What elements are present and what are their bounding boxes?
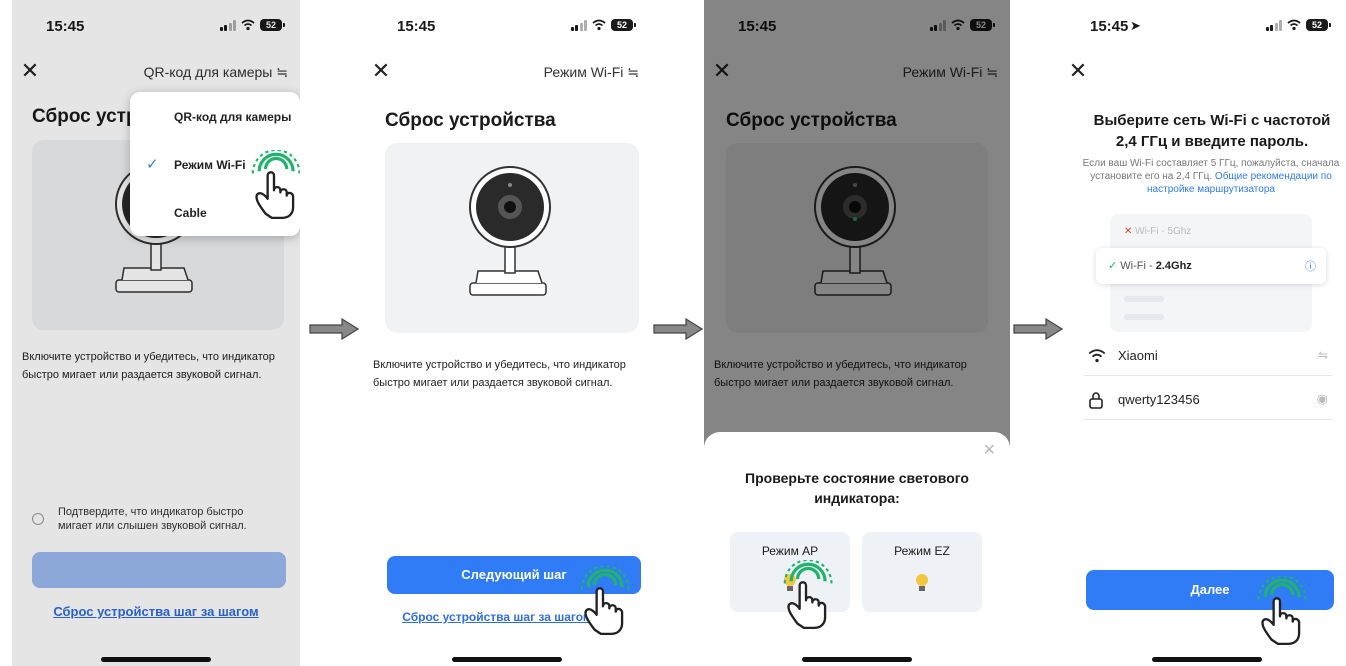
screen-wifi-select: 15:45 ➤ 52 ✕ Выберите сеть Wi-Fi с часто… bbox=[1068, 0, 1346, 666]
info-icon: ⓘ bbox=[1305, 261, 1316, 273]
close-icon[interactable]: ✕ bbox=[1068, 58, 1088, 84]
close-icon[interactable]: ✕ bbox=[371, 58, 391, 84]
screen-mode-selection: 15:45 52 ✕ QR-код для камеры ≒ Сброс уст… bbox=[12, 0, 300, 666]
ssid-value: Xiaomi bbox=[1118, 348, 1158, 363]
tap-hand-icon bbox=[783, 560, 834, 630]
dropdown-item-wifi[interactable]: Режим Wi-Fi bbox=[174, 158, 246, 172]
network-5ghz: ✕ Wi-Fi - 5Ghz bbox=[1124, 226, 1192, 237]
lock-icon bbox=[1089, 392, 1103, 409]
page-title: Сброс устройства bbox=[385, 110, 556, 131]
password-field[interactable]: qwerty123456 ◉ bbox=[1084, 380, 1332, 420]
bulb-icon bbox=[916, 574, 928, 591]
page-title: Выберите сеть Wi-Fi с частотой 2,4 ГГц и… bbox=[1093, 112, 1331, 150]
signal-icon bbox=[570, 19, 587, 31]
signal-icon bbox=[1265, 19, 1282, 31]
home-indicator bbox=[1152, 657, 1262, 662]
status-time: 15:45 bbox=[1090, 18, 1129, 35]
close-sheet-icon[interactable]: ✕ bbox=[983, 440, 996, 460]
password-value: qwerty123456 bbox=[1118, 392, 1200, 407]
tap-hand-icon bbox=[251, 150, 300, 220]
screen-indicator-check: 15:45 52 ✕ Режим Wi-Fi ≒ Сброс устройств… bbox=[704, 0, 1010, 666]
instruction-text: Включите устройство и убедитесь, что инд… bbox=[373, 359, 626, 389]
wifi-illustration: ✕ Wi-Fi - 5Ghz ✓ Wi-Fi - 2.4Ghz ⓘ bbox=[1096, 214, 1326, 332]
mode-ez-card[interactable]: Режим EZ bbox=[862, 532, 982, 612]
switch-network-icon[interactable]: ⇋ bbox=[1318, 348, 1328, 362]
status-bar: 15:45 52 bbox=[363, 18, 651, 40]
wifi-icon bbox=[1088, 349, 1106, 363]
wifi-status-icon bbox=[1287, 19, 1301, 31]
camera-illustration bbox=[385, 143, 639, 333]
battery-icon: 52 bbox=[611, 19, 636, 31]
frequency-hint: Если ваш Wi-Fi составляет 5 ГГц, пожалуй… bbox=[1082, 157, 1340, 196]
arrow-right-icon bbox=[653, 318, 704, 340]
battery-icon: 52 bbox=[1306, 19, 1331, 31]
mode-ez-label: Режим EZ bbox=[894, 544, 950, 558]
ssid-field[interactable]: Xiaomi ⇋ bbox=[1084, 336, 1332, 376]
location-icon: ➤ bbox=[1130, 18, 1141, 33]
dropdown-item-cable[interactable]: Cable bbox=[174, 206, 207, 220]
wifi-status-icon bbox=[592, 19, 606, 31]
eye-icon[interactable]: ◉ bbox=[1317, 391, 1328, 407]
indicator-sheet: ✕ Проверьте состояние светового индикато… bbox=[704, 432, 1010, 666]
screen-reset-device: 15:45 52 ✕ Режим Wi-Fi ≒ Сброс устройств… bbox=[363, 0, 651, 666]
network-24ghz: ✓ Wi-Fi - 2.4Ghz ⓘ bbox=[1096, 248, 1326, 284]
arrow-right-icon bbox=[1013, 318, 1064, 340]
tap-hand-icon bbox=[1257, 576, 1308, 646]
sheet-title: Проверьте состояние светового индикатора… bbox=[745, 470, 969, 506]
mode-switch-button[interactable]: Режим Wi-Fi ≒ bbox=[544, 64, 639, 81]
mode-ap-label: Режим AP bbox=[761, 544, 819, 558]
arrow-right-icon bbox=[309, 318, 360, 340]
tap-hand-icon bbox=[580, 566, 631, 636]
check-icon: ✓ bbox=[146, 156, 159, 173]
home-indicator bbox=[452, 657, 562, 662]
status-bar: 15:45 ➤ 52 bbox=[1068, 18, 1346, 40]
status-time: 15:45 bbox=[397, 18, 436, 35]
home-indicator bbox=[802, 657, 912, 662]
dropdown-item-qr[interactable]: QR-код для камеры bbox=[174, 110, 291, 124]
